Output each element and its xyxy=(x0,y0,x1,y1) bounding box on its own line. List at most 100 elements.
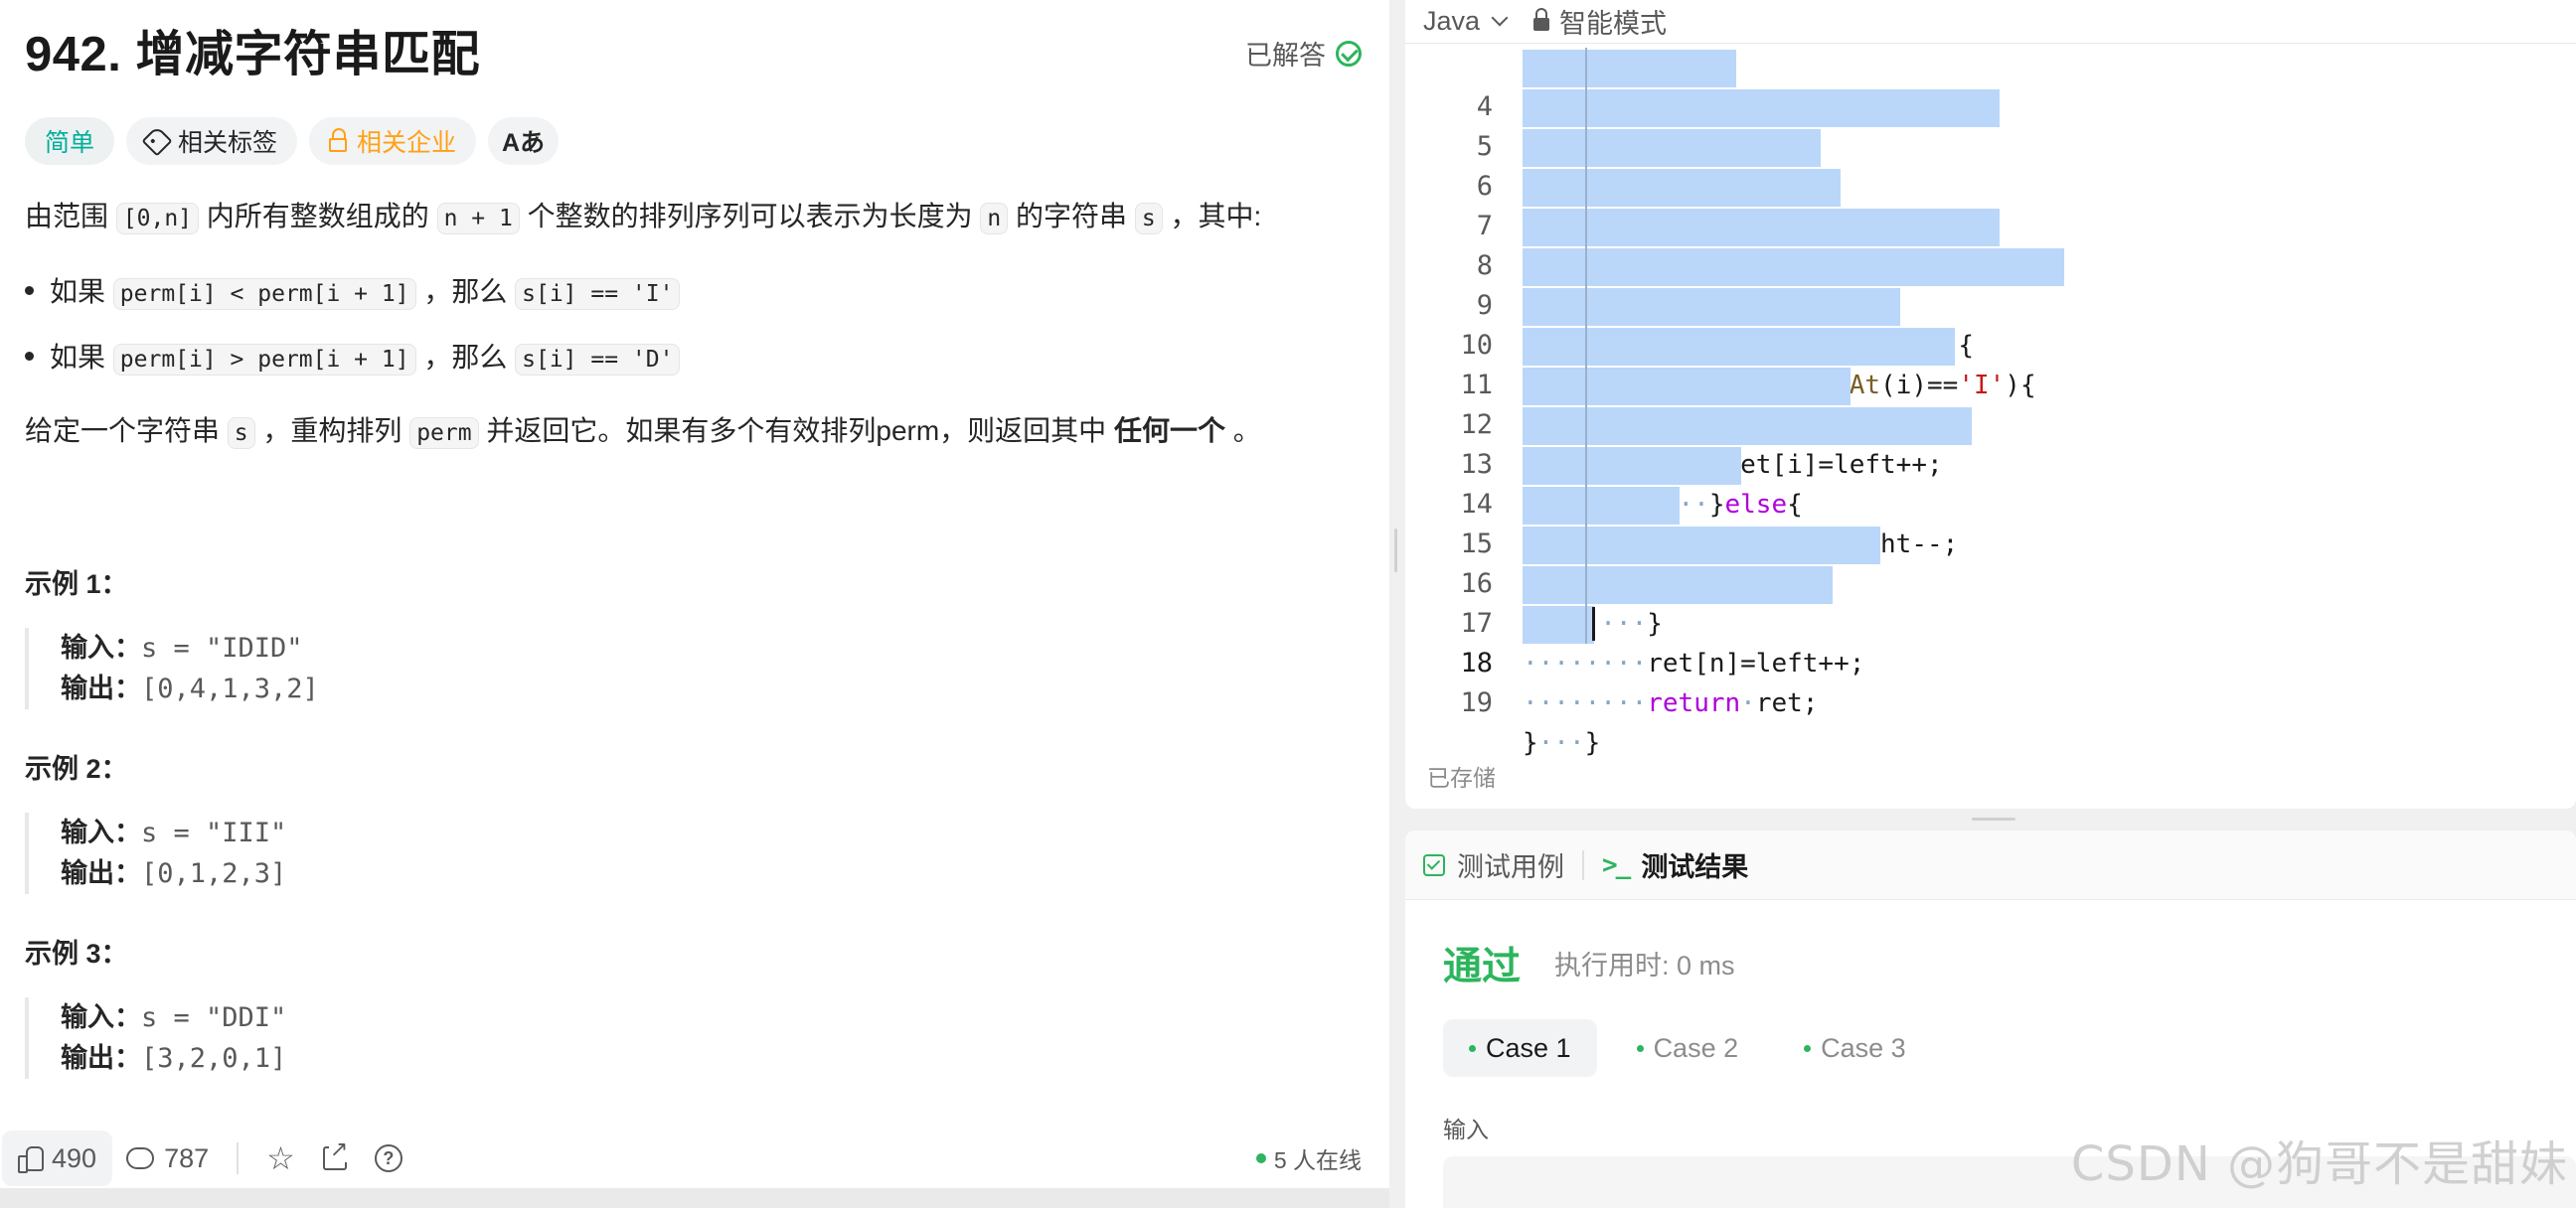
tab-testcase[interactable]: 测试用例 xyxy=(1405,830,1582,899)
share-icon xyxy=(322,1136,350,1170)
line-number: 19 xyxy=(1460,687,1493,718)
topics-tag-button[interactable]: 相关标签 xyxy=(126,117,298,165)
input-label: 输入 xyxy=(1443,1117,1489,1142)
language-select[interactable]: Java xyxy=(1423,6,1509,37)
selection-highlight xyxy=(1523,606,1594,644)
tab-test-result-label: 测试结果 xyxy=(1641,852,1749,882)
horizontal-resize-handle[interactable] xyxy=(1405,809,2576,830)
example-3-title: 示例 3： xyxy=(25,939,128,969)
code-line[interactable]: 7 ········int·right=n; xyxy=(1405,167,2576,321)
chevron-down-icon xyxy=(1491,9,1509,26)
code-line[interactable]: 10 ·············//向上的趋势 xyxy=(1405,286,2576,440)
code-area[interactable]: 4 ········//0-n 5 ········int[]ret=new·i… xyxy=(1405,48,2576,758)
code-line[interactable]: 14 ············} xyxy=(1405,445,2576,599)
favorite-button[interactable]: ☆ xyxy=(252,1131,309,1186)
code-line[interactable]: 8 ········for(int·i=0;i<n;i++){ xyxy=(1405,207,2576,361)
case-tab[interactable]: Case 2 xyxy=(1611,1019,1765,1077)
case-label: Case 2 xyxy=(1653,1032,1739,1063)
case-tab[interactable]: Case 3 xyxy=(1778,1019,1932,1077)
title-row: 942. 增减字符串匹配 已解答 xyxy=(25,20,1362,89)
example-output-value: [0,4,1,3,2] xyxy=(141,674,319,704)
inline-code: perm xyxy=(409,417,479,449)
selection-highlight xyxy=(1523,566,1833,604)
selection-highlight xyxy=(1523,288,1900,326)
code-line[interactable]: 11 ·············ret[i]=left++; xyxy=(1405,326,2576,480)
bullet-dot xyxy=(25,352,34,362)
resize-grip-icon xyxy=(1972,818,2015,821)
resize-grip-icon xyxy=(1394,528,1397,572)
bullet-dot xyxy=(25,286,34,296)
desc-text: 并返回它。如果有多个有效排列perm，则返回其中 xyxy=(478,415,1114,446)
case-label: Case 1 xyxy=(1486,1032,1571,1063)
example-1-title: 示例 1： xyxy=(25,569,128,599)
code-line[interactable]: 5 ········int[]ret=new·int[n+1]; xyxy=(1405,87,2576,241)
terminal-icon: >_ xyxy=(1602,849,1631,880)
like-button[interactable]: 490 xyxy=(2,1131,113,1186)
pass-dot-icon xyxy=(1469,1044,1476,1052)
indent-guide xyxy=(1585,48,1587,644)
runtime-label: 执行用时: 0 ms xyxy=(1554,951,1735,981)
online-label: 5 人在线 xyxy=(1273,1147,1362,1173)
share-button[interactable] xyxy=(309,1131,361,1186)
problem-panel: 942. 增减字符串匹配 已解答 简单 相关标签 相关企业 Aあ 由范围 [0,… xyxy=(0,0,1389,1188)
difficulty-tag[interactable]: 简单 xyxy=(25,117,115,165)
code-line[interactable]: 19 } xyxy=(1405,644,2576,758)
example-input-value: s = "IDID" xyxy=(141,633,303,664)
pass-dot-icon xyxy=(1804,1044,1812,1052)
inline-code: n + 1 xyxy=(436,203,520,234)
desc-text: ，其中: xyxy=(1162,201,1262,231)
desc-text: ，那么 xyxy=(415,276,516,307)
selection-highlight xyxy=(1523,209,2000,246)
desc-text: 个整数的排列序列可以表示为长度为 xyxy=(519,201,981,231)
online-dot-icon xyxy=(1255,1153,1266,1163)
comments-button[interactable]: 787 xyxy=(112,1131,223,1186)
desc-text: 由范围 xyxy=(25,201,116,231)
companies-tag-button[interactable]: 相关企业 xyxy=(309,117,477,165)
example-output-label: 输出： xyxy=(61,858,141,888)
desc-text: ，重构排列 xyxy=(254,415,410,446)
selection-highlight xyxy=(1523,407,1972,445)
help-icon: ? xyxy=(374,1144,402,1172)
check-circle-icon xyxy=(1336,40,1362,67)
companies-tag-label: 相关企业 xyxy=(357,129,457,157)
selection-highlight xyxy=(1523,248,2064,286)
comment-icon xyxy=(126,1147,155,1169)
code-line[interactable]: 13 ·············ret[i]=right--; xyxy=(1405,405,2576,559)
example-output-value: [0,1,2,3] xyxy=(141,858,287,889)
solved-label: 已解答 xyxy=(1245,41,1326,71)
code-line[interactable]: 16 ········ret[n]=left++; xyxy=(1405,525,2576,679)
problem-title[interactable]: 942. 增减字符串匹配 xyxy=(25,20,1362,89)
online-count: 5 人在线 xyxy=(1255,1141,1362,1175)
code-line-active[interactable]: 18 ····} xyxy=(1405,604,2576,758)
code-line[interactable]: 6 ········int·left=0; xyxy=(1405,127,2576,281)
code-line[interactable]: 15 ········} xyxy=(1405,485,2576,639)
selection-highlight xyxy=(1523,129,1821,167)
smart-mode-toggle[interactable]: 智能模式 xyxy=(1533,2,1667,41)
example-output-label: 输出： xyxy=(61,674,141,703)
tag-icon xyxy=(141,125,173,157)
example-input-value: s = "III" xyxy=(141,818,287,848)
case-tab[interactable]: Case 1 xyxy=(1443,1019,1597,1077)
comment-count: 787 xyxy=(164,1142,210,1173)
desc-strong: 任何一个 xyxy=(1113,415,1225,446)
code-line[interactable]: 17 ········return·ret; xyxy=(1405,564,2576,718)
translate-button[interactable]: Aあ xyxy=(488,117,560,165)
scrollbar-track[interactable] xyxy=(0,1188,1389,1208)
example-1-block: 输入：s = "IDID" 输出：[0,4,1,3,2] xyxy=(25,628,319,709)
code-line[interactable]: 12 ············}else{ xyxy=(1405,366,2576,520)
inline-code: [0,n] xyxy=(115,203,200,234)
tab-test-result[interactable]: >_ 测试结果 xyxy=(1584,830,1766,899)
help-button[interactable]: ? xyxy=(361,1131,416,1186)
selection-highlight xyxy=(1523,169,1841,207)
code-line[interactable]: 4 ········//0-n xyxy=(1405,48,2576,202)
translate-icon: Aあ xyxy=(502,129,546,157)
inline-code: perm[i] < perm[i + 1] xyxy=(112,278,416,310)
code-text: } xyxy=(1523,728,1538,758)
code-line[interactable]: 9 ············if(s.charAt(i)=='I'){ xyxy=(1405,246,2576,400)
language-label: Java xyxy=(1423,6,1481,36)
example-2-title: 示例 2： xyxy=(25,754,128,784)
vertical-resize-handle[interactable] xyxy=(1389,0,1405,1208)
case-label: Case 3 xyxy=(1821,1032,1906,1063)
watermark: CSDN @狗哥不是甜妹 xyxy=(2070,1136,2568,1192)
code-editor[interactable]: Java 智能模式 4 ········//0-n 5 ········int[… xyxy=(1405,0,2576,809)
